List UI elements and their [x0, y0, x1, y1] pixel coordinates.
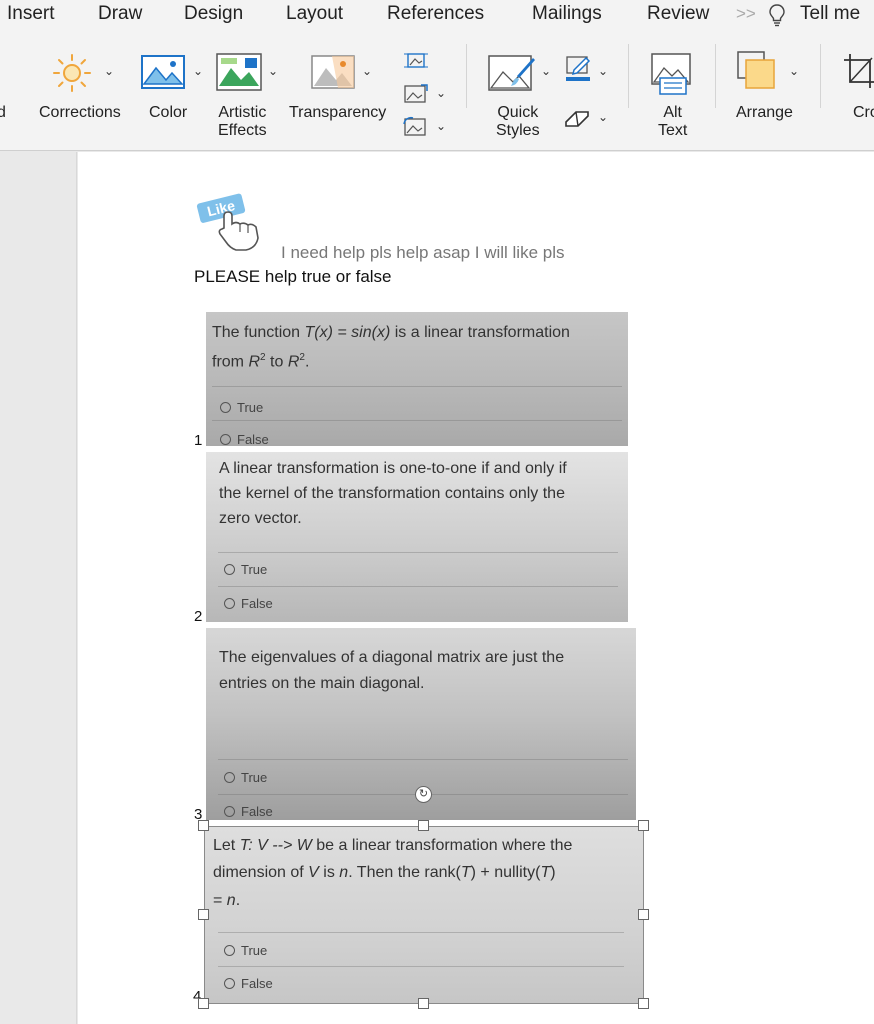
- chevron-down-icon[interactable]: ⌄: [268, 64, 278, 78]
- tell-me-search[interactable]: Tell me: [800, 3, 860, 25]
- question-1-image[interactable]: The function T(x) = sin(x) is a linear t…: [206, 312, 628, 446]
- option-true: True: [224, 770, 267, 785]
- like-hand-cursor-icon: Like: [196, 193, 259, 251]
- question-2-image[interactable]: A linear transformation is one-to-one if…: [206, 452, 628, 622]
- option-false: False: [220, 432, 269, 446]
- ribbon-separator: [628, 44, 629, 108]
- option-false: False: [224, 804, 273, 819]
- artistic-effects-button-label[interactable]: Artistic Effects: [218, 104, 267, 140]
- question-number: 1: [194, 432, 203, 449]
- more-tabs-chevron-icon[interactable]: >>: [736, 4, 756, 24]
- quick-styles-icon[interactable]: [487, 52, 537, 96]
- radio-button-icon: [224, 806, 235, 817]
- quick-styles-button-label[interactable]: Quick Styles: [496, 104, 540, 140]
- ribbon-separator: [715, 44, 716, 108]
- radio-button-icon: [220, 434, 231, 445]
- lightbulb-icon[interactable]: [766, 3, 788, 27]
- ribbon-tabs: Insert Draw Design Layout References Mai…: [0, 0, 874, 30]
- crop-button-label[interactable]: Cro: [853, 104, 874, 122]
- reset-picture-icon[interactable]: [403, 116, 429, 138]
- tab-insert[interactable]: Insert: [7, 3, 55, 25]
- option-false: False: [224, 596, 273, 611]
- color-button-label[interactable]: Color: [149, 104, 187, 122]
- crop-icon[interactable]: [842, 52, 874, 92]
- divider: [218, 759, 628, 760]
- picture-effects-eraser-icon[interactable]: [564, 108, 592, 130]
- artistic-effects-icon[interactable]: [215, 52, 263, 92]
- picture-border-pen-icon[interactable]: [564, 54, 592, 82]
- chevron-down-icon[interactable]: ⌄: [193, 64, 203, 78]
- please-help-text[interactable]: PLEASE help true or false: [194, 267, 392, 287]
- chevron-down-icon[interactable]: ⌄: [436, 119, 446, 133]
- compress-pictures-icon[interactable]: [403, 50, 429, 72]
- change-picture-icon[interactable]: [403, 83, 429, 105]
- transparency-icon[interactable]: [310, 54, 356, 90]
- alt-text-button-label[interactable]: Alt Text: [658, 104, 687, 140]
- rotate-handle-icon[interactable]: ↻: [415, 786, 432, 803]
- help-request-text[interactable]: I need help pls help asap I will like pl…: [281, 243, 565, 263]
- divider: [212, 420, 622, 421]
- resize-handle[interactable]: [418, 998, 429, 1009]
- tab-design[interactable]: Design: [184, 3, 243, 25]
- resize-handle[interactable]: [198, 820, 209, 831]
- image-selection-frame: [204, 826, 644, 1004]
- divider: [212, 386, 622, 387]
- question-2-line-2: the kernel of the transformation contain…: [219, 485, 565, 502]
- arrange-icon[interactable]: [736, 50, 782, 96]
- chevron-down-icon[interactable]: ⌄: [598, 110, 608, 124]
- chevron-down-icon[interactable]: ⌄: [541, 64, 551, 78]
- resize-handle[interactable]: [198, 998, 209, 1009]
- arrange-button-label[interactable]: Arrange: [736, 104, 793, 122]
- radio-button-icon: [224, 564, 235, 575]
- ribbon-separator: [820, 44, 821, 108]
- option-true: True: [224, 562, 267, 577]
- chevron-down-icon[interactable]: ⌄: [104, 64, 114, 78]
- question-1-line-1: The function T(x) = sin(x) is a linear t…: [212, 324, 570, 341]
- question-1-line-2: from R2 to R2.: [212, 352, 310, 371]
- question-number: 2: [194, 608, 203, 625]
- transparency-button-label[interactable]: Transparency: [289, 104, 386, 122]
- ribbon-separator: [466, 44, 467, 108]
- tab-draw[interactable]: Draw: [98, 3, 142, 25]
- picture-format-ribbon: d ⌄ Corrections ⌄ Color ⌄ Artistic Effect…: [0, 30, 874, 151]
- tab-layout[interactable]: Layout: [286, 3, 343, 25]
- question-2-line-1: A linear transformation is one-to-one if…: [219, 460, 567, 477]
- resize-handle[interactable]: [418, 820, 429, 831]
- resize-handle[interactable]: [638, 909, 649, 920]
- ribbon-cut-label: d: [0, 104, 6, 121]
- tab-references[interactable]: References: [387, 3, 484, 25]
- option-true: True: [220, 400, 263, 415]
- divider: [218, 552, 618, 553]
- question-2-line-3: zero vector.: [219, 510, 302, 527]
- question-3-line-2: entries on the main diagonal.: [219, 675, 425, 692]
- color-picture-icon[interactable]: [140, 54, 186, 90]
- alt-text-icon[interactable]: [650, 52, 694, 96]
- tab-review[interactable]: Review: [647, 3, 709, 25]
- chevron-down-icon[interactable]: ⌄: [362, 64, 372, 78]
- question-3-line-1: The eigenvalues of a diagonal matrix are…: [219, 649, 565, 666]
- chevron-down-icon[interactable]: ⌄: [789, 64, 799, 78]
- corrections-button-label[interactable]: Corrections: [39, 104, 121, 122]
- tab-mailings[interactable]: Mailings: [532, 3, 602, 25]
- divider: [218, 586, 618, 587]
- document-margin-gutter: [0, 152, 77, 1024]
- radio-button-icon: [224, 598, 235, 609]
- chevron-down-icon[interactable]: ⌄: [436, 86, 446, 100]
- corrections-sun-icon[interactable]: [52, 52, 96, 96]
- radio-button-icon: [224, 772, 235, 783]
- chevron-down-icon[interactable]: ⌄: [598, 64, 608, 78]
- resize-handle[interactable]: [198, 909, 209, 920]
- resize-handle[interactable]: [638, 820, 649, 831]
- resize-handle[interactable]: [638, 998, 649, 1009]
- radio-button-icon: [220, 402, 231, 413]
